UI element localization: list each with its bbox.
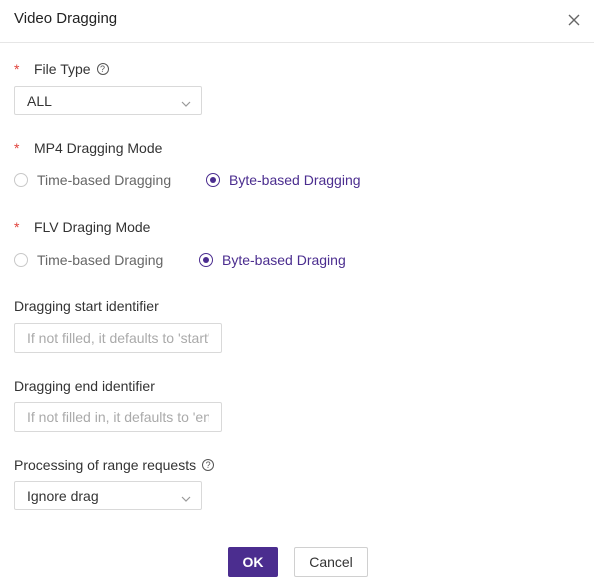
start-identifier-input[interactable] — [14, 323, 222, 353]
radio-checked-icon[interactable] — [206, 173, 220, 187]
file-type-select[interactable]: ALL — [14, 86, 202, 115]
file-type-label-row: * File Type ? — [14, 59, 109, 79]
file-type-label: File Type — [34, 61, 91, 77]
question-circle-icon[interactable]: ? — [202, 459, 215, 471]
flv-time-based-radio[interactable]: Time-based Draging — [14, 250, 163, 270]
end-identifier-input[interactable] — [14, 402, 222, 432]
required-mark: * — [14, 61, 20, 77]
range-requests-label-row: Processing of range requests ? — [14, 455, 215, 475]
radio-unchecked-icon[interactable] — [14, 173, 28, 187]
close-icon[interactable] — [565, 11, 583, 29]
ok-button[interactable]: OK — [228, 547, 278, 577]
range-requests-selected-value: Ignore drag — [27, 488, 99, 504]
video-dragging-dialog: Video Dragging * File Type ? ALL * MP4 D… — [0, 0, 594, 586]
radio-label: Byte-based Dragging — [229, 172, 361, 188]
radio-unchecked-icon[interactable] — [14, 253, 28, 267]
dialog-title: Video Dragging — [14, 10, 118, 27]
start-identifier-label: Dragging start identifier — [14, 298, 159, 314]
cancel-button[interactable]: Cancel — [294, 547, 368, 577]
mp4-mode-label: MP4 Dragging Mode — [34, 140, 163, 156]
radio-label: Time-based Draging — [37, 252, 164, 268]
question-circle-icon[interactable]: ? — [96, 63, 109, 75]
end-identifier-label-row: Dragging end identifier — [14, 376, 155, 396]
dialog-header: Video Dragging — [0, 0, 594, 43]
chevron-down-icon — [181, 96, 191, 107]
mp4-time-based-radio[interactable]: Time-based Dragging — [14, 170, 171, 190]
radio-checked-icon[interactable] — [199, 253, 213, 267]
flv-mode-label: FLV Draging Mode — [34, 219, 151, 235]
file-type-selected-value: ALL — [27, 93, 52, 109]
mp4-mode-label-row: * MP4 Dragging Mode — [14, 138, 162, 158]
required-mark: * — [14, 219, 20, 235]
range-requests-select[interactable]: Ignore drag — [14, 481, 202, 510]
mp4-byte-based-radio[interactable]: Byte-based Dragging — [206, 170, 361, 190]
required-mark: * — [14, 140, 20, 156]
range-requests-label: Processing of range requests — [14, 457, 197, 473]
radio-label: Time-based Dragging — [37, 172, 172, 188]
end-identifier-label: Dragging end identifier — [14, 378, 155, 394]
chevron-down-icon — [181, 491, 191, 502]
flv-mode-label-row: * FLV Draging Mode — [14, 217, 150, 237]
radio-label: Byte-based Draging — [222, 252, 346, 268]
flv-byte-based-radio[interactable]: Byte-based Draging — [199, 250, 346, 270]
start-identifier-label-row: Dragging start identifier — [14, 296, 159, 316]
